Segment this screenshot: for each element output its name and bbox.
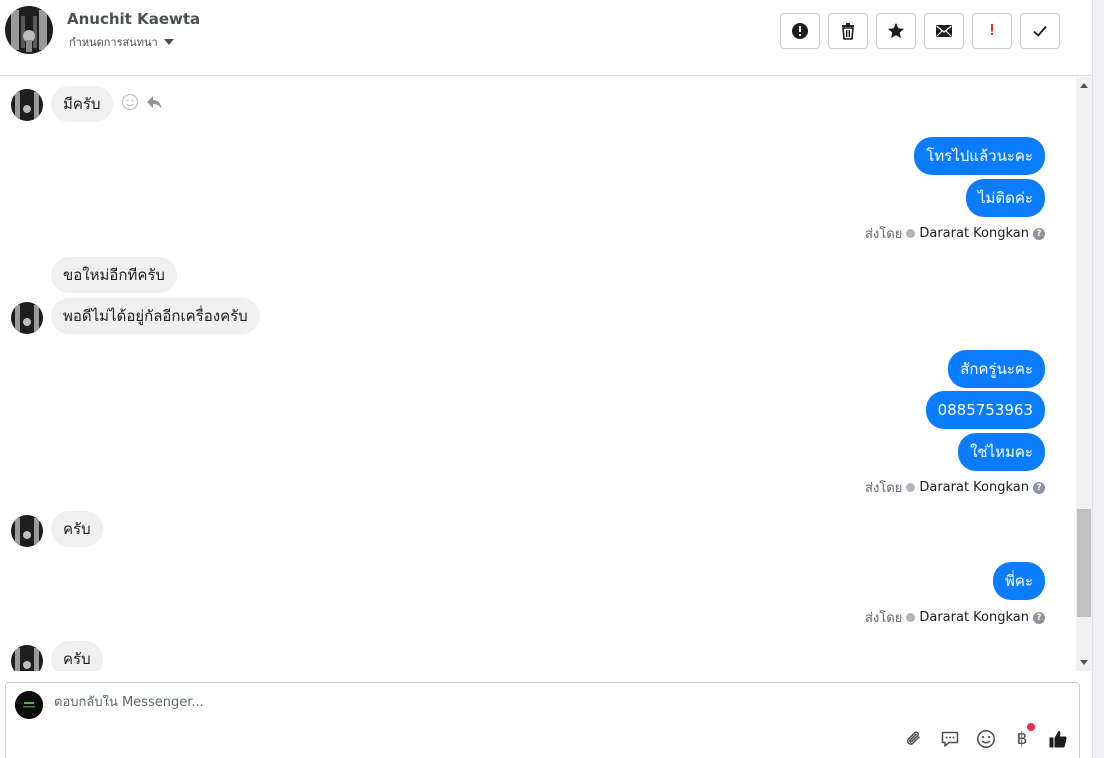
- incoming-message[interactable]: ครับ: [51, 641, 103, 671]
- smiley-icon: [977, 730, 995, 748]
- outgoing-message[interactable]: ไม่ติดค่ะ: [965, 179, 1045, 217]
- conversation-header: Anuchit Kaewta กำหนดการสนทนา !: [0, 0, 1092, 76]
- window-edge: [1092, 0, 1104, 758]
- sent-by-prefix: ส่งโดย: [865, 611, 903, 626]
- delete-button[interactable]: [828, 13, 868, 49]
- scroll-thumb[interactable]: [1077, 509, 1091, 617]
- avatar[interactable]: [11, 515, 43, 547]
- like-button[interactable]: [1047, 728, 1069, 750]
- header-actions: !: [780, 13, 1060, 49]
- star-button[interactable]: [876, 13, 916, 49]
- incoming-message[interactable]: ขอใหม่อีกทีครับ: [51, 257, 177, 293]
- react-emoji-icon[interactable]: [121, 93, 139, 111]
- saved-replies-button[interactable]: [939, 728, 961, 750]
- outgoing-message[interactable]: 0885753963: [925, 391, 1045, 429]
- star-icon: [888, 23, 904, 39]
- help-icon[interactable]: ?: [1033, 611, 1045, 624]
- message-hover-tools: [121, 93, 163, 111]
- avatar[interactable]: [11, 89, 43, 121]
- scroll-down-arrow-icon[interactable]: [1080, 660, 1088, 665]
- attach-button[interactable]: [903, 728, 925, 750]
- outgoing-message[interactable]: ใช่ไหมคะ: [958, 433, 1045, 471]
- incoming-message[interactable]: ครับ: [51, 511, 103, 547]
- sent-by-prefix: ส่งโดย: [865, 481, 903, 496]
- inbox-conversation-window: Anuchit Kaewta กำหนดการสนทนา ! มีครับ โท…: [0, 0, 1104, 758]
- sender-name: Dararat Kongkan: [919, 226, 1029, 241]
- sender-name: Dararat Kongkan: [919, 480, 1029, 495]
- sent-by-prefix: ส่งโดย: [865, 227, 903, 242]
- trash-icon: [842, 23, 854, 40]
- reply-input[interactable]: [54, 695, 874, 710]
- contact-name[interactable]: Anuchit Kaewta: [67, 10, 200, 28]
- paperclip-icon: [906, 731, 920, 745]
- notification-dot: [1027, 723, 1035, 731]
- baht-icon: ฿: [1016, 729, 1028, 749]
- help-icon[interactable]: ?: [1033, 227, 1045, 240]
- reply-icon[interactable]: [145, 93, 163, 111]
- chat-bubble-icon: [941, 731, 959, 747]
- alert-circle-icon: [792, 23, 808, 39]
- contact-avatar[interactable]: [5, 6, 53, 54]
- payment-button[interactable]: ฿: [1011, 723, 1035, 750]
- incoming-message[interactable]: พอดีไม่ได้อยู่กัลอีกเครื่องครับ: [51, 298, 260, 334]
- sent-by-label: ส่งโดย Dararat Kongkan ?: [865, 223, 1045, 244]
- scroll-up-arrow-icon[interactable]: [1080, 83, 1088, 88]
- outgoing-message[interactable]: โทรไปแล้วนะคะ: [914, 137, 1045, 175]
- avatar[interactable]: [11, 645, 43, 671]
- message-scrollbar[interactable]: [1076, 77, 1092, 671]
- checkmark-icon: [1033, 25, 1047, 37]
- reply-composer: ฿: [5, 682, 1080, 758]
- follow-up-button[interactable]: !: [972, 13, 1012, 49]
- sender-name: Dararat Kongkan: [919, 610, 1029, 625]
- caret-down-icon: [163, 39, 174, 45]
- outgoing-message[interactable]: พี่คะ: [993, 562, 1045, 600]
- sent-by-label: ส่งโดย Dararat Kongkan ?: [865, 607, 1045, 628]
- incoming-message[interactable]: มีครับ: [51, 86, 113, 122]
- mark-unread-button[interactable]: [924, 13, 964, 49]
- check-icon: [906, 613, 916, 622]
- help-icon[interactable]: ?: [1033, 481, 1045, 494]
- check-icon: [906, 229, 916, 238]
- assign-label: กำหนดการสนทนา: [69, 36, 158, 49]
- sent-by-label: ส่งโดย Dararat Kongkan ?: [865, 477, 1045, 498]
- thumbs-up-icon: [1049, 731, 1067, 748]
- mark-done-button[interactable]: [1020, 13, 1060, 49]
- outgoing-message[interactable]: สักครู่นะคะ: [948, 350, 1045, 388]
- mark-spam-button[interactable]: [780, 13, 820, 49]
- composer-toolbar: ฿: [903, 723, 1069, 750]
- avatar[interactable]: [11, 302, 43, 334]
- emoji-button[interactable]: [975, 728, 997, 750]
- exclamation-icon: !: [989, 22, 995, 39]
- message-list[interactable]: มีครับ โทรไปแล้วนะคะ ไม่ติดค่ะ ส่งโดย Da…: [0, 77, 1076, 671]
- assign-conversation-dropdown[interactable]: กำหนดการสนทนา: [69, 33, 174, 51]
- page-avatar: [15, 691, 43, 719]
- check-icon: [906, 483, 916, 492]
- envelope-icon: [936, 25, 952, 37]
